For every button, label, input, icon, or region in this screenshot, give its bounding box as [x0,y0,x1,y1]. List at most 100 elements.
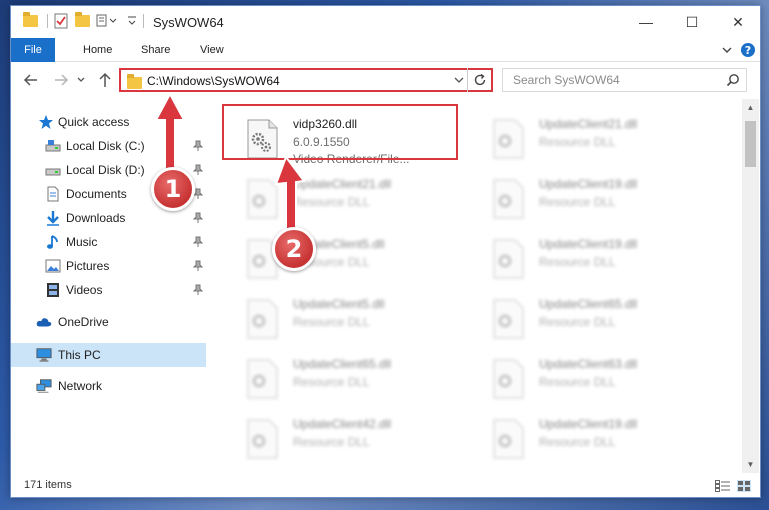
file-description: Resource DLL [539,135,616,149]
window-title: SysWOW64 [153,15,224,30]
file-description: Resource DLL [539,255,616,269]
file-item[interactable]: UpdateClient19.dll Resource DLL [479,409,715,465]
status-bar: 171 items [11,475,760,497]
dll-file-icon [245,299,279,339]
file-description: Resource DLL [293,375,370,389]
file-item[interactable]: UpdateClient42.dll Resource DLL [233,409,469,465]
search-box[interactable] [502,68,747,92]
close-button[interactable]: ✕ [715,6,761,38]
help-icon[interactable]: ? [740,42,756,61]
sidebar-item-label: Local Disk (D:) [66,163,145,177]
new-folder-icon[interactable] [75,12,90,29]
document-icon [45,186,61,202]
video-icon [45,282,61,298]
navigation-bar: C:\Windows\SysWOW64 [11,63,760,97]
folder-icon [23,12,38,29]
tab-view[interactable]: View [188,38,236,62]
file-item[interactable]: UpdateClient21.dll Resource DLL [479,109,715,165]
sidebar-item-label: Quick access [58,115,130,129]
network-icon [36,378,52,394]
sidebar-item-label: Videos [66,283,103,297]
ribbon-tabs: File Home Share View ? [11,38,760,62]
sidebar-item-network[interactable]: Network [11,375,206,397]
vertical-scrollbar[interactable]: ▲ ▼ [742,99,759,473]
tab-file[interactable]: File [11,38,55,62]
address-path[interactable]: C:\Windows\SysWOW64 [147,74,280,88]
sidebar-item-onedrive[interactable]: OneDrive [11,311,206,333]
large-icons-view-icon[interactable] [737,480,751,492]
scroll-up-icon[interactable]: ▲ [742,99,759,116]
dll-file-icon [491,299,525,339]
drive-icon [45,138,61,154]
scroll-down-icon[interactable]: ▼ [742,456,759,473]
tab-home[interactable]: Home [71,38,124,62]
chevron-down-icon[interactable] [721,44,733,59]
file-item[interactable]: UpdateClient65.dll Resource DLL [479,289,715,345]
address-dropdown-icon[interactable] [453,73,465,90]
pin-icon[interactable] [192,284,204,296]
item-count: 171 items [24,479,72,491]
minimize-button[interactable]: — [623,6,669,38]
sidebar-item-label: Pictures [66,259,110,273]
file-name: UpdateClient19.dll [539,237,638,251]
file-item[interactable]: UpdateClient63.dll Resource DLL [479,349,715,405]
dll-file-icon [245,419,279,459]
file-item[interactable]: UpdateClient5.dll Resource DLL [233,229,469,285]
file-name: UpdateClient42.dll [293,417,392,431]
file-name: UpdateClient21.dll [539,117,638,131]
download-icon [45,210,61,226]
address-bar[interactable]: C:\Windows\SysWOW64 [119,68,493,92]
file-item[interactable]: UpdateClient5.dll Resource DLL [233,289,469,345]
title-bar: SysWOW64 — ☐ ✕ [11,6,760,38]
properties-icon[interactable] [54,13,68,29]
scroll-thumb[interactable] [745,121,756,167]
back-arrow-icon[interactable] [21,70,41,90]
forward-arrow-icon[interactable] [51,70,71,90]
annotation-badge-2: 2 [272,227,316,271]
file-item[interactable]: UpdateClient65.dll Resource DLL [233,349,469,405]
sidebar-item-pictures[interactable]: Pictures [11,255,206,277]
refresh-button[interactable] [467,68,491,92]
title-separator [143,14,144,28]
dll-file-icon [491,119,525,159]
search-icon[interactable] [726,73,740,87]
dll-file-icon [491,419,525,459]
file-name: UpdateClient65.dll [293,357,392,371]
svg-text:?: ? [745,44,751,57]
file-description: Resource DLL [539,315,616,329]
quick-access-dropdown-icon[interactable] [127,15,141,29]
sidebar-item-label: Network [58,379,103,393]
cloud-icon [36,314,52,330]
pin-icon[interactable] [192,212,204,224]
pin-icon[interactable] [192,140,204,152]
file-name: UpdateClient5.dll [293,297,385,311]
dll-file-icon [245,359,279,399]
dll-file-icon [491,359,525,399]
address-folder-icon [127,74,142,89]
pin-icon[interactable] [192,164,204,176]
customize-icon[interactable] [96,14,117,28]
file-item[interactable]: UpdateClient19.dll Resource DLL [479,169,715,225]
sidebar-item-label: Documents [66,187,127,201]
file-name: UpdateClient65.dll [539,297,638,311]
file-name: UpdateClient63.dll [539,357,638,371]
pin-icon[interactable] [192,236,204,248]
pin-icon[interactable] [192,260,204,272]
details-view-icon[interactable] [715,480,730,492]
maximize-button[interactable]: ☐ [669,6,715,38]
toolbar-separator [47,14,48,28]
file-item[interactable]: UpdateClient19.dll Resource DLL [479,229,715,285]
computer-icon [36,347,52,363]
up-arrow-icon[interactable] [95,70,115,90]
file-description: Resource DLL [293,315,370,329]
file-description: Resource DLL [539,435,616,449]
tab-share[interactable]: Share [129,38,182,62]
sidebar-item-music[interactable]: Music [11,231,206,253]
sidebar-item-this-pc[interactable]: This PC [11,343,206,367]
file-item[interactable]: UpdateClient21.dll Resource DLL [233,169,469,225]
file-name: UpdateClient19.dll [539,177,638,191]
search-input[interactable] [503,69,723,91]
sidebar-item-label: Local Disk (C:) [66,139,145,153]
recent-locations-icon[interactable] [75,70,87,90]
sidebar-item-videos[interactable]: Videos [11,279,206,301]
